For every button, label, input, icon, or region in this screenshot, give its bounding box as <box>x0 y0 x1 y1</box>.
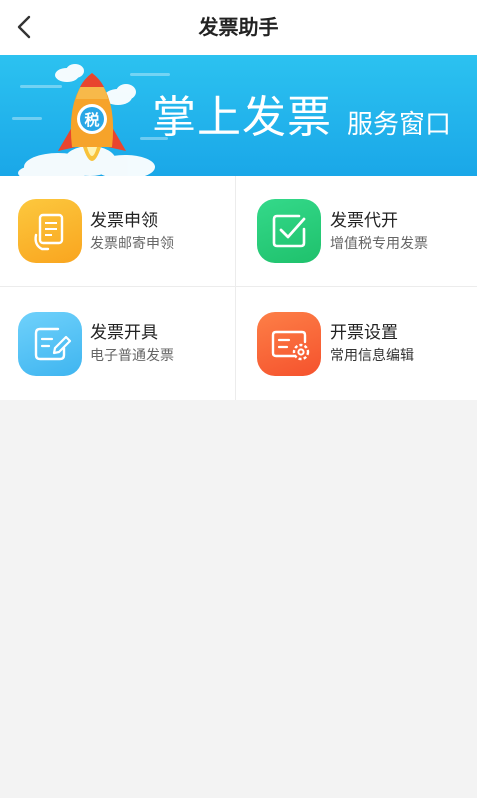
service-title: 开票设置 <box>330 323 398 343</box>
chevron-left-icon <box>17 15 31 39</box>
promo-banner[interactable]: 税 掌上发票 服务窗口 <box>0 55 477 176</box>
nav-bar: 发票助手 <box>0 0 477 55</box>
service-subtitle: 常用信息编辑 <box>330 348 414 364</box>
service-invoice-issue[interactable]: 发票开具 电子普通发票 <box>0 287 236 400</box>
service-title: 发票开具 <box>90 323 158 343</box>
banner-title: 掌上发票 <box>152 92 332 143</box>
service-subtitle: 发票邮寄申领 <box>90 236 174 252</box>
invoice-apply-icon <box>18 199 82 263</box>
edit-document-icon <box>18 312 82 376</box>
checkbox-icon <box>257 199 321 263</box>
service-grid: 发票申领 发票邮寄申领 发票代开 增值税专用发票 发票开具 电子普通发票 开票设… <box>0 176 477 400</box>
service-subtitle: 增值税专用发票 <box>330 236 428 252</box>
service-subtitle: 电子普通发票 <box>90 348 174 364</box>
page-title: 发票助手 <box>198 15 279 39</box>
service-title: 发票代开 <box>330 211 398 231</box>
rocket-badge: 税 <box>84 111 99 129</box>
service-invoice-proxy[interactable]: 发票代开 增值税专用发票 <box>236 176 477 287</box>
service-invoice-settings[interactable]: 开票设置 常用信息编辑 <box>236 287 477 400</box>
service-invoice-apply[interactable]: 发票申领 发票邮寄申领 <box>0 176 236 287</box>
settings-card-icon <box>257 312 321 376</box>
back-button[interactable] <box>10 10 44 44</box>
service-title: 发票申领 <box>90 211 158 231</box>
empty-content-area <box>0 400 477 798</box>
banner-subtitle: 服务窗口 <box>347 110 452 140</box>
